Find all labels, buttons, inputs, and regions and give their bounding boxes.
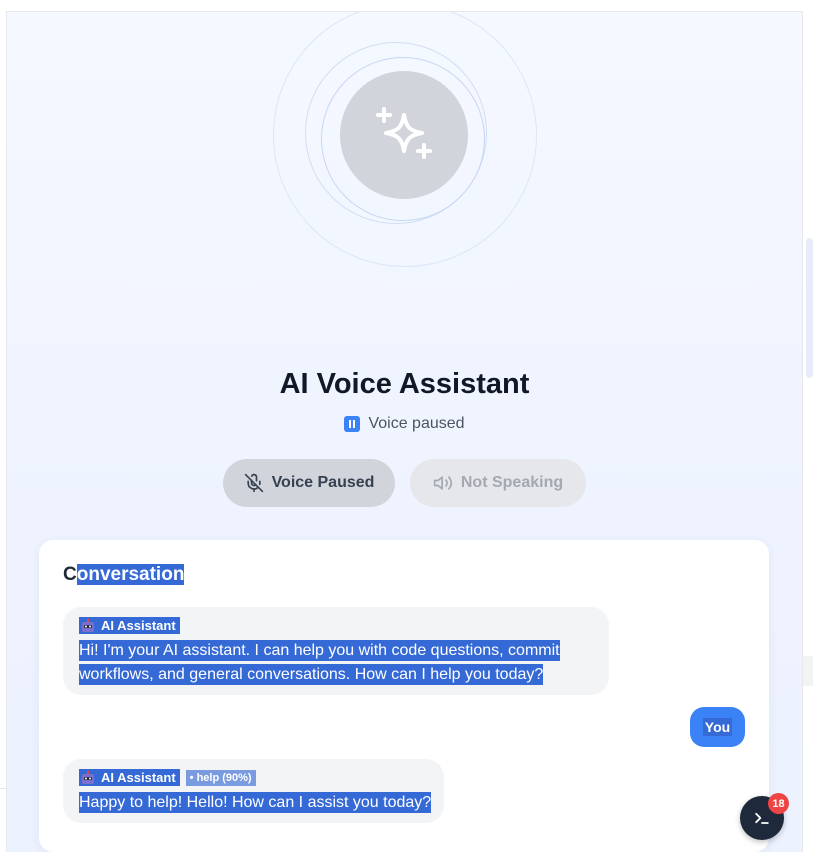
intent-meta: • help (90%): [185, 769, 256, 786]
message-body: Hi! I'm your AI assistant. I can help yo…: [79, 640, 560, 685]
message-text: Hi! I'm your AI assistant. I can help yo…: [79, 639, 589, 687]
robot-icon: [81, 770, 95, 785]
user-message: You: [690, 707, 745, 747]
conversation-title-rest: onversation: [76, 564, 185, 585]
voice-assistant-panel: AI Voice Assistant Voice paused Voice Pa…: [6, 11, 803, 852]
voice-orb[interactable]: [340, 71, 468, 199]
speaker-icon: [433, 476, 452, 490]
robot-icon: [81, 618, 95, 633]
assistant-message: AI Assistant Hi! I'm your AI assistant. …: [63, 607, 609, 695]
user-sender-label: You: [702, 718, 733, 736]
voice-toggle-label: Voice Paused: [271, 474, 375, 491]
message-body: Happy to help! Hello! How can I assist y…: [79, 792, 432, 813]
conversation-title-first: C: [63, 564, 77, 585]
voice-status-text: Voice paused: [368, 415, 465, 432]
message-sender: AI Assistant: [79, 617, 180, 634]
voice-toggle-button[interactable]: Voice Paused: [223, 459, 395, 507]
scrollbar-thumb[interactable]: [806, 238, 813, 378]
terminal-icon: [755, 812, 769, 824]
speaking-status-button[interactable]: Not Speaking: [410, 459, 586, 507]
pause-icon: [344, 416, 361, 432]
speaking-status-label: Not Speaking: [460, 474, 564, 491]
assistant-message: AI Assistant • help (90%) Happy to help!…: [63, 759, 444, 823]
conversation-card: Conversation AI Assistant Hi! I'm your A…: [39, 540, 769, 852]
sparkles-icon: [376, 107, 432, 159]
sender-name: AI Assistant: [101, 618, 176, 633]
message-sender: AI Assistant • help (90%): [79, 769, 256, 786]
message-text: Happy to help! Hello! How can I assist y…: [79, 791, 432, 815]
top-border: [0, 0, 813, 11]
voice-orb-area: [7, 12, 802, 312]
voice-status: Voice paused: [7, 415, 802, 433]
notification-badge: 18: [768, 793, 789, 814]
sender-name: AI Assistant: [101, 770, 176, 785]
page-title: AI Voice Assistant: [279, 368, 530, 400]
mic-off-icon: [244, 473, 263, 493]
conversation-title: Conversation: [63, 564, 185, 586]
